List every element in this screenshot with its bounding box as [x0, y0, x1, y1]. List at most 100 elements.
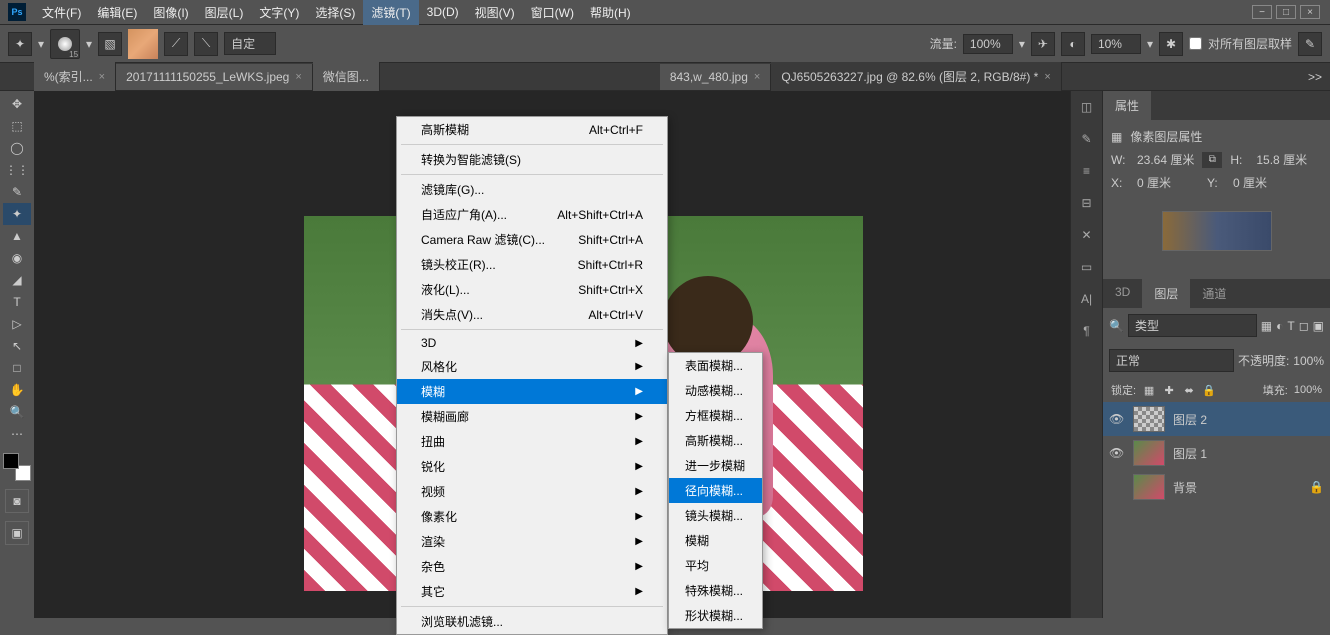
edit-icon[interactable]: ✎ [1298, 32, 1322, 56]
blur-menu-item[interactable]: 模糊 [669, 528, 762, 553]
width-value[interactable]: 23.64 厘米 [1137, 151, 1194, 168]
opacity-input[interactable]: 10% [1091, 34, 1141, 54]
menu-view[interactable]: 视图(V) [467, 0, 523, 25]
pen-tool-icon[interactable]: ▷ [3, 313, 31, 335]
layer-name[interactable]: 图层 1 [1173, 445, 1207, 462]
filter-menu-item[interactable]: 液化(L)...Shift+Ctrl+X [397, 277, 667, 302]
layer-row[interactable]: 👁 图层 1 [1103, 436, 1330, 470]
properties-tab[interactable]: 属性 [1103, 91, 1151, 120]
eyedropper-tool-icon[interactable]: ✎ [3, 181, 31, 203]
paths-panel-icon[interactable]: ▭ [1075, 255, 1099, 279]
filter-adjust-icon[interactable]: ◐ [1276, 319, 1283, 333]
blur-menu-item[interactable]: 方框模糊... [669, 403, 762, 428]
filter-shape-icon[interactable]: ◻ [1299, 319, 1309, 333]
close-icon[interactable]: × [295, 71, 301, 83]
chevron-down-icon[interactable]: ▾ [38, 37, 44, 51]
filter-menu-item[interactable]: 3D▶ [397, 332, 667, 354]
mode-icon-1[interactable]: ⟋ [164, 32, 188, 56]
foreground-color-icon[interactable] [3, 453, 19, 469]
lock-all-icon[interactable]: 🔒 [1202, 383, 1216, 397]
blur-menu-item[interactable]: 特殊模糊... [669, 578, 762, 603]
quick-mask-icon[interactable]: ◙ [5, 489, 29, 513]
blur-menu-item[interactable]: 平均 [669, 553, 762, 578]
opacity-value[interactable]: 100% [1293, 354, 1324, 368]
type-tool-icon[interactable]: T [3, 291, 31, 313]
chevron-down-icon[interactable]: ▾ [1147, 37, 1153, 51]
brushes-panel-icon[interactable]: ✎ [1075, 127, 1099, 151]
search-icon[interactable]: 🔍 [1109, 319, 1124, 333]
tab-channels[interactable]: 通道 [1190, 279, 1238, 308]
menu-filter[interactable]: 滤镜(T) [363, 0, 418, 25]
blur-menu-item[interactable]: 径向模糊... [669, 478, 762, 503]
shape-tool-icon[interactable]: □ [3, 357, 31, 379]
filter-menu-item[interactable]: 消失点(V)...Alt+Ctrl+V [397, 302, 667, 327]
menu-file[interactable]: 文件(F) [34, 0, 89, 25]
blur-menu-item[interactable]: 表面模糊... [669, 353, 762, 378]
blend-mode-select[interactable]: 正常 [1109, 349, 1234, 372]
blur-menu-item[interactable]: 动感模糊... [669, 378, 762, 403]
airbrush-icon[interactable]: ✈ [1031, 32, 1055, 56]
blur-menu-item[interactable]: 高斯模糊... [669, 428, 762, 453]
more-tools-icon[interactable]: ⋯ [3, 423, 31, 445]
lock-position-icon[interactable]: ✚ [1162, 383, 1176, 397]
y-value[interactable]: 0 厘米 [1233, 174, 1267, 191]
document-tab[interactable]: 微信图... [313, 62, 380, 91]
close-icon[interactable]: × [99, 71, 105, 83]
filter-menu-item[interactable]: 转换为智能滤镜(S) [397, 147, 667, 172]
menu-help[interactable]: 帮助(H) [582, 0, 639, 25]
pattern-thumb[interactable] [128, 29, 158, 59]
sample-all-checkbox[interactable] [1189, 37, 1202, 50]
link-icon[interactable]: ⧉ [1202, 152, 1222, 168]
filter-menu-item[interactable]: 渲染▶ [397, 529, 667, 554]
chevron-down-icon[interactable]: ▾ [86, 37, 92, 51]
x-value[interactable]: 0 厘米 [1137, 174, 1171, 191]
filter-menu-item[interactable]: 浏览联机滤镜... [397, 609, 667, 634]
layer-row[interactable]: 背景 🔒 [1103, 470, 1330, 504]
lasso-tool-icon[interactable]: ◯ [3, 137, 31, 159]
brush-preview[interactable]: 15 [50, 29, 80, 59]
filter-menu-item[interactable]: 模糊▶ [397, 379, 667, 404]
filter-menu-item[interactable]: 扭曲▶ [397, 429, 667, 454]
blur-menu-item[interactable]: 形状模糊... [669, 603, 762, 628]
filter-menu-item[interactable]: 自适应广角(A)...Alt+Shift+Ctrl+A [397, 202, 667, 227]
tab-layers[interactable]: 图层 [1142, 279, 1190, 308]
eraser-tool-icon[interactable]: ◢ [3, 269, 31, 291]
document-tab[interactable]: %(索引...× [34, 62, 116, 91]
blur-menu-item[interactable]: 镜头模糊... [669, 503, 762, 528]
swatches-panel-icon[interactable]: ≡ [1075, 159, 1099, 183]
path-tool-icon[interactable]: ↖ [3, 335, 31, 357]
filter-text-icon[interactable]: T [1287, 319, 1294, 333]
filter-menu-item[interactable]: 像素化▶ [397, 504, 667, 529]
filter-menu-item[interactable]: Camera Raw 滤镜(C)...Shift+Ctrl+A [397, 227, 667, 252]
lock-pixels-icon[interactable]: ▦ [1142, 383, 1156, 397]
adjustments-panel-icon[interactable]: ✕ [1075, 223, 1099, 247]
fill-value[interactable]: 100% [1294, 384, 1322, 396]
angle-icon[interactable]: ◐ [1061, 32, 1085, 56]
magic-wand-tool-icon[interactable]: ⋮⋮ [3, 159, 31, 181]
filter-menu-item[interactable]: 模糊画廊▶ [397, 404, 667, 429]
char-panel-icon[interactable]: A| [1075, 287, 1099, 311]
pressure-icon[interactable]: ✱ [1159, 32, 1183, 56]
menu-3d[interactable]: 3D(D) [419, 1, 467, 23]
filter-menu-item[interactable]: 镜头校正(R)...Shift+Ctrl+R [397, 252, 667, 277]
visibility-icon[interactable]: 👁 [1109, 412, 1125, 426]
menu-text[interactable]: 文字(Y) [251, 0, 307, 25]
styles-panel-icon[interactable]: ⊟ [1075, 191, 1099, 215]
marquee-tool-icon[interactable]: ⬚ [3, 115, 31, 137]
close-icon[interactable]: × [754, 71, 760, 83]
document-tab[interactable]: 20171111150255_LeWKS.jpeg× [116, 64, 313, 90]
layer-name[interactable]: 背景 [1173, 479, 1197, 496]
blur-menu-item[interactable]: 进一步模糊 [669, 453, 762, 478]
filter-menu-item[interactable]: 滤镜库(G)... [397, 177, 667, 202]
filter-menu-item[interactable]: 锐化▶ [397, 454, 667, 479]
close-icon[interactable]: × [1044, 71, 1050, 83]
stamp-tool-icon[interactable]: ◉ [3, 247, 31, 269]
minimize-icon[interactable]: − [1252, 5, 1272, 19]
menu-window[interactable]: 窗口(W) [523, 0, 582, 25]
visibility-icon[interactable]: 👁 [1109, 446, 1125, 460]
history-panel-icon[interactable]: ◫ [1075, 95, 1099, 119]
tabs-overflow-icon[interactable]: >> [1300, 70, 1330, 84]
filter-menu-item[interactable]: 杂色▶ [397, 554, 667, 579]
filter-menu-item[interactable]: 其它▶ [397, 579, 667, 604]
heal-tool-icon[interactable]: ✦ [3, 203, 31, 225]
